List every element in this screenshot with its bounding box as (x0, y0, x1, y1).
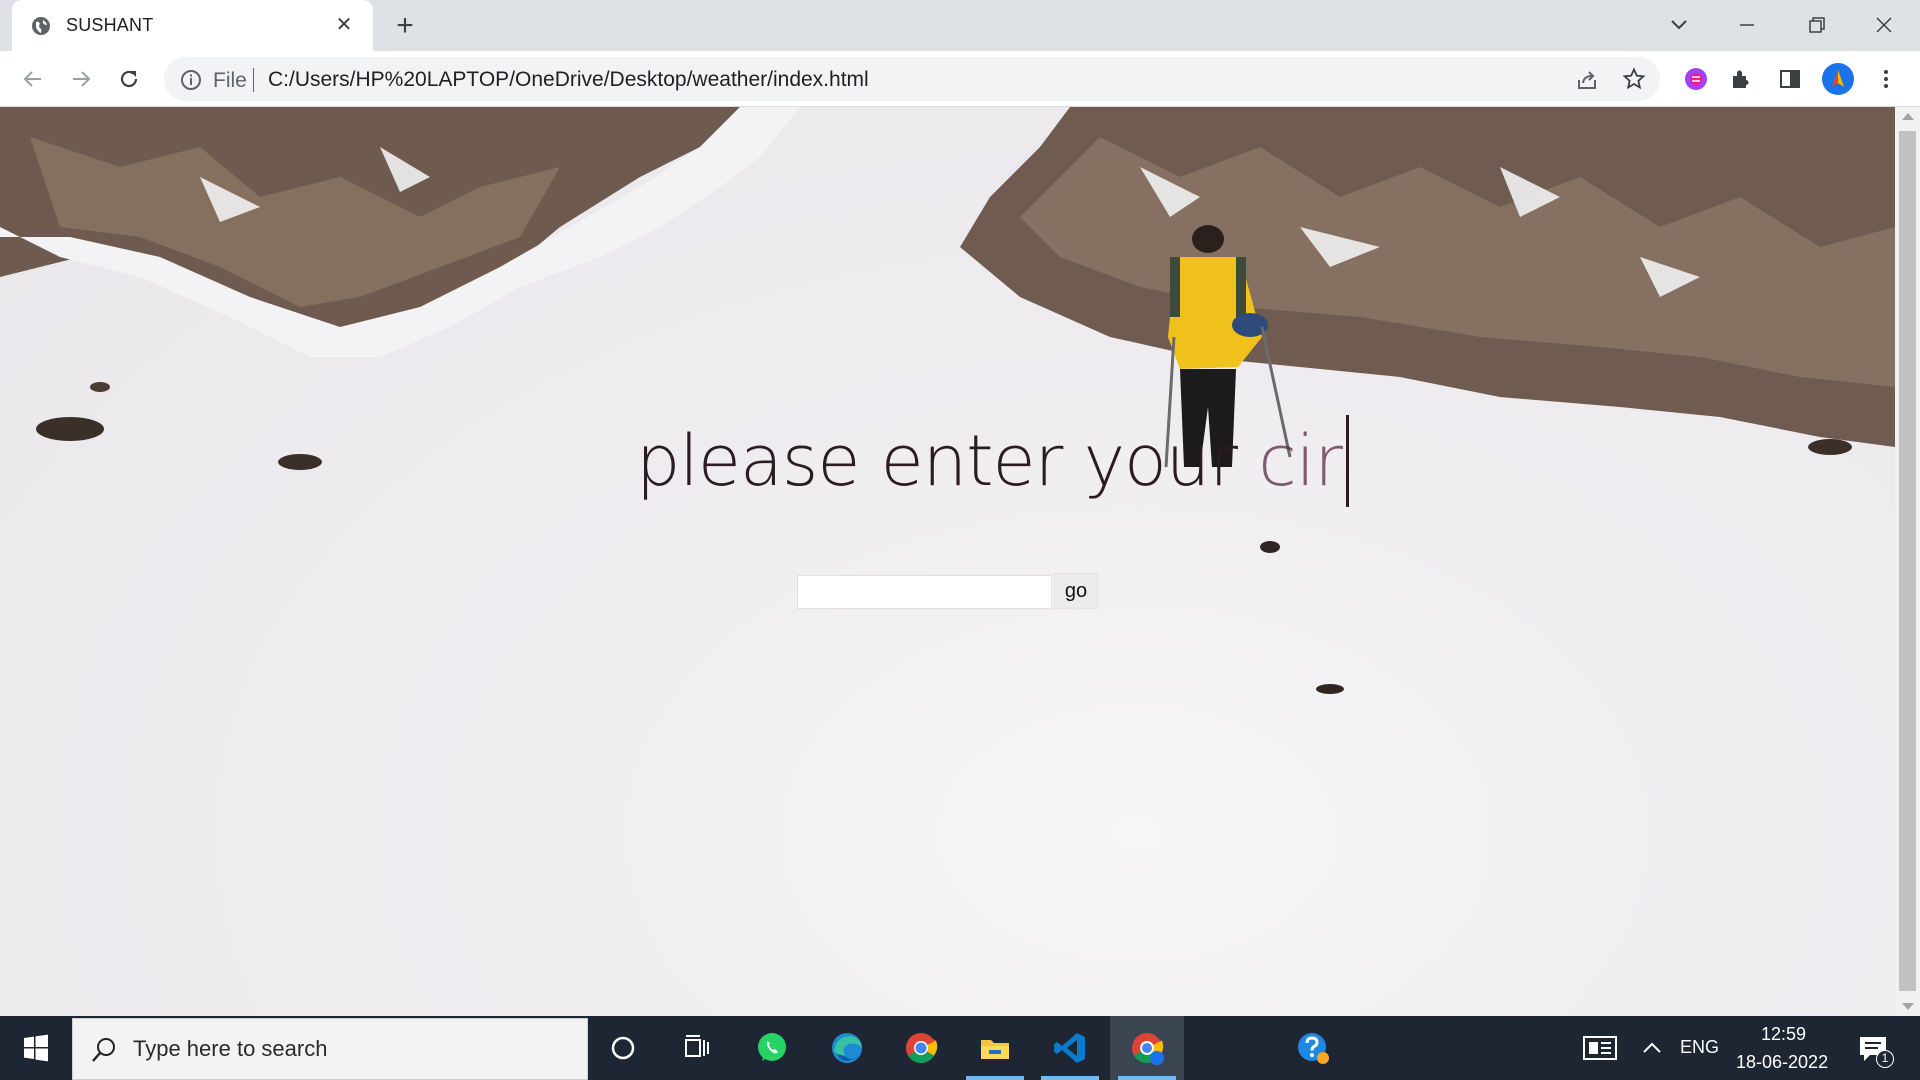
bookmark-star-icon[interactable] (1622, 67, 1646, 91)
cortana-button[interactable] (586, 1016, 660, 1080)
language-indicator[interactable]: ENG (1680, 1037, 1719, 1058)
search-icon (92, 1038, 115, 1062)
page-viewport: please enter your cir go (0, 107, 1895, 1016)
extension-purple-icon[interactable] (1681, 64, 1711, 94)
typing-caret (1345, 415, 1349, 507)
help-question-icon (1298, 1033, 1329, 1064)
file-explorer-taskbar-button[interactable] (958, 1016, 1032, 1080)
profile-avatar[interactable] (1822, 63, 1854, 95)
help-taskbar-button[interactable] (1276, 1016, 1350, 1080)
news-widget-icon[interactable] (1582, 1034, 1618, 1062)
scrollbar-thumb[interactable] (1899, 131, 1916, 991)
omnibox-divider (253, 68, 254, 92)
page-headline: please enter your cir (636, 415, 1349, 507)
reload-icon[interactable] (114, 64, 144, 94)
active-indicator (1041, 1076, 1099, 1080)
chrome-profile-icon (1132, 1033, 1164, 1065)
clock-date[interactable]: 18-06-2022 (1736, 1052, 1828, 1073)
clock-time[interactable]: 12:59 (1761, 1024, 1806, 1045)
globe-icon (32, 17, 50, 35)
whatsapp-icon (758, 1033, 786, 1061)
background-mountain-image (0, 107, 1895, 694)
browser-tab[interactable]: SUSHANT ✕ (12, 0, 373, 51)
back-arrow-icon[interactable] (18, 64, 48, 94)
cortana-circle-icon (611, 1036, 635, 1060)
forward-arrow-icon[interactable] (66, 64, 96, 94)
edge-taskbar-button[interactable] (810, 1016, 884, 1080)
restore-icon[interactable] (1804, 12, 1830, 38)
chrome-taskbar-button[interactable] (884, 1016, 958, 1080)
browser-toolbar: File C:/Users/HP%20LAPTOP/OneDrive/Deskt… (0, 51, 1920, 107)
active-indicator (966, 1076, 1024, 1080)
minimize-icon[interactable] (1734, 12, 1760, 38)
avatar-icon (1832, 70, 1844, 87)
scroll-down-arrow-icon[interactable] (1902, 1003, 1914, 1010)
headline-typing-text: cir (1258, 420, 1343, 502)
whatsapp-taskbar-button[interactable] (735, 1016, 809, 1080)
vscode-taskbar-button[interactable] (1033, 1016, 1107, 1080)
city-input[interactable] (797, 575, 1052, 609)
tab-search-chevron-icon[interactable] (1666, 12, 1692, 38)
chrome-icon (905, 1033, 938, 1064)
extensions-puzzle-icon[interactable] (1727, 64, 1757, 94)
edge-icon (832, 1033, 862, 1063)
vscode-icon (1054, 1033, 1085, 1063)
active-indicator (1118, 1076, 1176, 1080)
tray-chevron-up-icon[interactable] (1641, 1038, 1663, 1058)
chrome-active-taskbar-button[interactable] (1110, 1016, 1184, 1080)
page-scrollbar[interactable] (1895, 107, 1920, 1016)
windows-start-icon[interactable] (0, 1016, 72, 1080)
share-icon[interactable] (1575, 68, 1599, 92)
tab-strip: SUSHANT ✕ + (0, 0, 1920, 51)
info-icon[interactable] (180, 69, 202, 91)
folder-icon (981, 1040, 1009, 1059)
tab-title: SUSHANT (66, 15, 154, 35)
windows-taskbar: Type here to search ENG 12:59 18-06-2022… (0, 1016, 1920, 1080)
task-view-icon (685, 1035, 709, 1057)
headline-text: please enter your (636, 420, 1259, 502)
window-close-icon[interactable] (1871, 12, 1897, 38)
address-bar[interactable]: File C:/Users/HP%20LAPTOP/OneDrive/Deskt… (164, 57, 1660, 101)
notification-center-button[interactable]: 1 (1856, 1032, 1894, 1068)
notification-badge: 1 (1876, 1050, 1894, 1068)
taskbar-search-placeholder: Type here to search (133, 1036, 328, 1061)
taskbar-search-box[interactable]: Type here to search (72, 1018, 588, 1080)
scheme-label: File (213, 69, 247, 92)
url-text[interactable]: C:/Users/HP%20LAPTOP/OneDrive/Desktop/we… (268, 68, 869, 92)
more-vert-icon[interactable] (1871, 64, 1901, 94)
new-tab-plus-icon[interactable]: + (390, 11, 420, 42)
go-button[interactable]: go (1054, 573, 1098, 609)
scroll-up-arrow-icon[interactable] (1902, 113, 1914, 120)
tab-close-icon[interactable]: ✕ (334, 15, 354, 35)
side-panel-icon[interactable] (1775, 64, 1805, 94)
task-view-button[interactable] (660, 1016, 734, 1080)
